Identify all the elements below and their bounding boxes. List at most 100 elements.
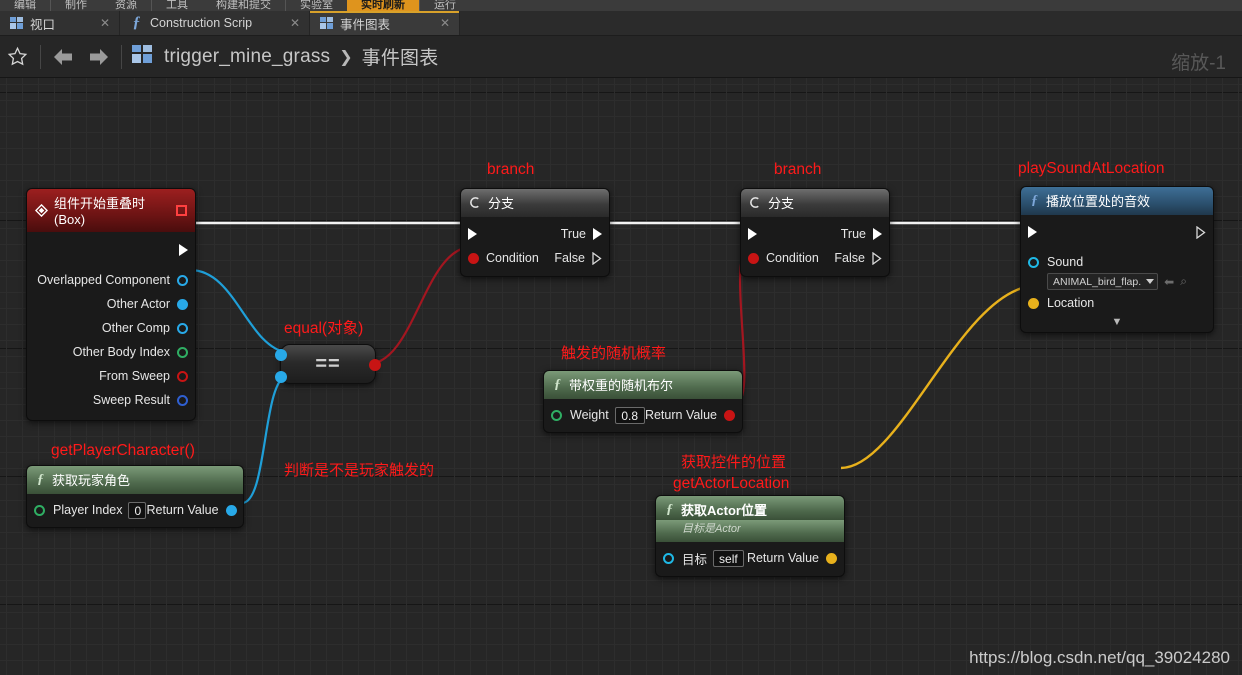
menu-item-1[interactable]: 制作	[51, 0, 101, 11]
chevron-down-icon[interactable]	[1146, 279, 1155, 284]
node-random-bool-with-weight[interactable]: ƒ 带权重的随机布尔 Weight 0.8 Return Value	[543, 370, 743, 433]
target-value-field[interactable]: self	[713, 549, 744, 567]
int-player-index-pin[interactable]	[34, 504, 45, 516]
node-body: 目标 self Return Value	[656, 542, 844, 576]
event-graph-canvas[interactable]: 组件开始重叠时 (Box) Overlapped Component Other…	[0, 78, 1242, 675]
breadcrumb-leaf[interactable]: 事件图表	[362, 43, 439, 70]
pin-label: Player Index	[53, 503, 123, 517]
exec-out-false-pin[interactable]	[592, 251, 602, 265]
breadcrumb-root[interactable]: trigger_mine_grass	[164, 46, 330, 68]
node-header: ƒ 播放位置处的音效	[1021, 187, 1213, 215]
menu-item-run[interactable]: 运行	[420, 0, 470, 11]
exec-out-true-pin[interactable]	[873, 228, 882, 240]
exec-out-pin[interactable]	[1196, 225, 1206, 239]
struct-pin[interactable]	[177, 394, 188, 406]
watermark-text: https://blog.csdn.net/qq_39024280	[969, 648, 1230, 667]
node-play-sound-at-location[interactable]: ƒ 播放位置处的音效 Sound ANIMAL_bird_flap. ⬅ ⌕ L…	[1020, 186, 1214, 333]
exec-in-pin[interactable]	[468, 228, 477, 240]
pin-label: Sweep Result	[92, 393, 170, 407]
node-equal-object[interactable]: ==	[275, 344, 381, 384]
sound-object-pin[interactable]	[1028, 256, 1039, 268]
tab-construction-script[interactable]: ƒ Construction Scrip ✕	[120, 11, 310, 35]
object-pin-b[interactable]	[275, 371, 287, 383]
node-title: 带权重的随机布尔	[569, 378, 674, 393]
exec-in-pin[interactable]	[748, 228, 757, 240]
node-row-other-comp[interactable]: Other Comp	[27, 316, 195, 340]
magnifier-icon[interactable]: ⌕	[1180, 274, 1187, 289]
bool-return-pin[interactable]	[724, 409, 735, 421]
sound-asset-selector[interactable]: ANIMAL_bird_flap. ⬅ ⌕	[1021, 272, 1213, 292]
node-row-exec-out[interactable]	[27, 238, 195, 262]
node-row-condition[interactable]: Condition False	[461, 246, 609, 270]
back-button[interactable]	[47, 36, 81, 78]
object-return-pin[interactable]	[225, 504, 237, 516]
node-row-exec[interactable]: True	[741, 222, 889, 246]
node-row-weight[interactable]: Weight 0.8 Return Value	[544, 403, 742, 427]
node-header: ƒ 获取玩家角色	[27, 466, 243, 494]
node-row-player-index[interactable]: Player Index 0 Return Value	[27, 498, 243, 522]
main-menu-bar: 编辑 制作 资源 工具 构建和提交 实验室 实时刷新 运行	[0, 0, 1242, 11]
object-pin[interactable]	[177, 322, 188, 334]
branch-icon	[470, 197, 479, 208]
pin-label: True	[560, 227, 586, 241]
arrow-left-icon[interactable]: ⬅	[1164, 275, 1174, 289]
int-pin[interactable]	[177, 346, 188, 358]
bool-condition-pin[interactable]	[468, 252, 479, 264]
node-row-location[interactable]: Location	[1021, 292, 1213, 314]
tab-event-graph[interactable]: 事件图表 ✕	[310, 11, 460, 35]
exec-out-false-pin[interactable]	[872, 251, 882, 265]
node-subtitle: 目标是Actor	[682, 523, 741, 535]
menu-item-2[interactable]: 资源	[101, 0, 151, 11]
vector-location-pin[interactable]	[1028, 297, 1039, 309]
node-row-exec[interactable]: True	[461, 222, 609, 246]
node-row-sound[interactable]: Sound	[1021, 252, 1213, 272]
star-icon	[7, 46, 27, 66]
player-index-field[interactable]: 0	[128, 501, 147, 519]
node-get-player-character[interactable]: ƒ 获取玩家角色 Player Index 0 Return Value	[26, 465, 244, 528]
exec-in-pin[interactable]	[1028, 226, 1037, 238]
menu-item-0[interactable]: 编辑	[0, 0, 50, 11]
menu-item-live-refresh[interactable]: 实时刷新	[347, 0, 419, 11]
object-pin-a[interactable]	[275, 349, 287, 361]
node-get-actor-location[interactable]: ƒ 获取Actor位置 目标是Actor 目标 self Return Valu…	[655, 495, 845, 577]
bool-condition-pin[interactable]	[748, 252, 759, 264]
exec-out-true-pin[interactable]	[593, 228, 602, 240]
node-row-other-actor[interactable]: Other Actor	[27, 292, 195, 316]
bool-output-pin[interactable]	[369, 359, 381, 371]
node-row-target[interactable]: 目标 self Return Value	[656, 546, 844, 570]
node-component-begin-overlap[interactable]: 组件开始重叠时 (Box) Overlapped Component Other…	[26, 188, 196, 421]
object-pin[interactable]	[177, 298, 188, 310]
exec-out-pin[interactable]	[179, 244, 188, 256]
asset-dropdown[interactable]: ANIMAL_bird_flap.	[1047, 273, 1159, 290]
node-subtitle-bar: 目标是Actor	[656, 520, 844, 542]
menu-item-5[interactable]: 实验室	[286, 0, 347, 11]
target-object-pin[interactable]	[663, 552, 674, 564]
node-row-other-body-index[interactable]: Other Body Index	[27, 340, 195, 364]
close-icon[interactable]: ✕	[440, 17, 450, 29]
weight-value-field[interactable]: 0.8	[614, 406, 645, 424]
menu-item-3[interactable]: 工具	[152, 0, 202, 11]
close-icon[interactable]: ✕	[290, 17, 300, 29]
node-row-condition[interactable]: Condition False	[741, 246, 889, 270]
favorite-button[interactable]	[0, 36, 34, 78]
node-branch-1[interactable]: 分支 True Condition False	[460, 188, 610, 277]
node-row-overlapped-component[interactable]: Overlapped Component	[27, 268, 195, 292]
node-row-exec[interactable]	[1021, 220, 1213, 244]
collapse-badge[interactable]	[176, 204, 187, 216]
menu-item-4[interactable]: 构建和提交	[202, 0, 285, 11]
forward-button[interactable]	[81, 36, 115, 78]
node-row-from-sweep[interactable]: From Sweep	[27, 364, 195, 388]
object-pin[interactable]	[177, 274, 188, 286]
node-branch-2[interactable]: 分支 True Condition False	[740, 188, 890, 277]
node-expander-button[interactable]: ▼	[1021, 314, 1213, 328]
node-row-sweep-result[interactable]: Sweep Result	[27, 388, 195, 412]
pin-label: Overlapped Component	[37, 273, 170, 287]
blueprint-icon	[132, 45, 152, 68]
float-weight-pin[interactable]	[551, 409, 562, 421]
pin-label: 目标	[682, 552, 708, 567]
tab-viewport[interactable]: 视口 ✕	[0, 11, 120, 35]
bool-pin[interactable]	[177, 370, 188, 382]
close-icon[interactable]: ✕	[100, 17, 110, 29]
breadcrumb-toolbar: trigger_mine_grass ❯ 事件图表	[0, 36, 1242, 78]
vector-return-pin[interactable]	[826, 552, 837, 564]
